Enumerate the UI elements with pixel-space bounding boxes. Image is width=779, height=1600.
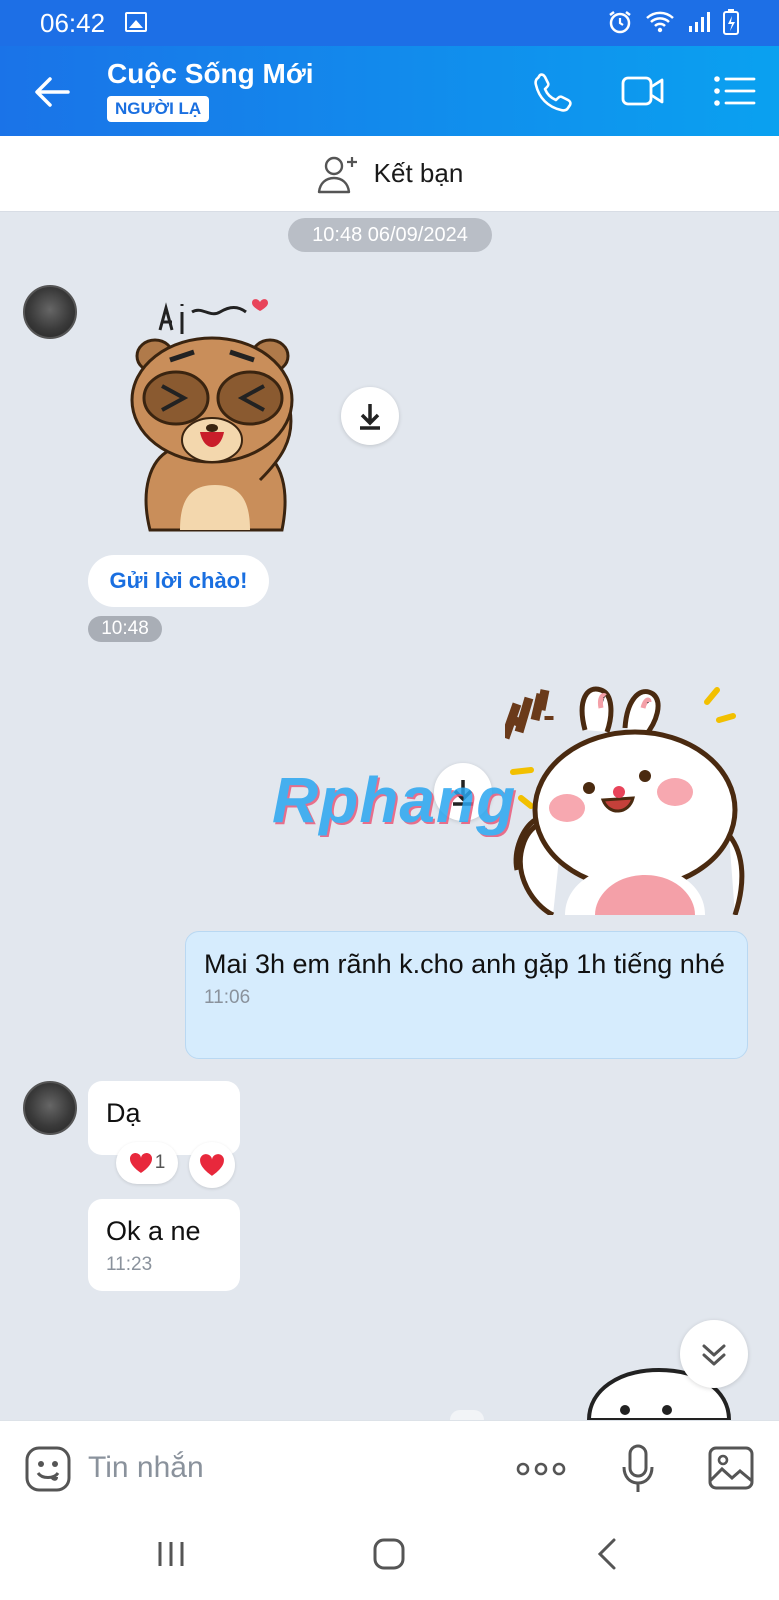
download-icon [360, 404, 380, 430]
status-icons [607, 9, 739, 35]
more-options-icon[interactable] [515, 1457, 567, 1481]
status-bar: 06:42 [0, 0, 779, 46]
send-greeting-button[interactable]: Gửi lời chào! [88, 555, 269, 607]
system-nav-bar [0, 1516, 779, 1600]
contact-name[interactable]: Cuộc Sống Mới [107, 58, 314, 90]
reaction-count: 1 [154, 1152, 166, 1173]
double-chevron-down-icon [702, 1344, 726, 1366]
message-time: 11:23 [106, 1254, 153, 1275]
message-text: Ok a ne [106, 1216, 201, 1246]
incoming-message-bubble[interactable]: Ok a ne 11:23 [88, 1199, 240, 1291]
message-input[interactable]: Tin nhắn [88, 1451, 204, 1485]
recent-apps-icon[interactable] [156, 1536, 186, 1572]
download-sticker-button[interactable] [341, 387, 399, 445]
add-friend-bar[interactable]: Kết bạn [0, 136, 779, 212]
add-friend-label: Kết bạn [373, 158, 464, 188]
image-gallery-icon[interactable] [707, 1445, 755, 1491]
add-friend-icon [317, 156, 357, 193]
alarm-icon [609, 11, 631, 34]
phone-call-icon[interactable] [530, 70, 576, 112]
image-notification-icon [125, 12, 147, 32]
reaction-count-badge[interactable]: 1 [116, 1142, 178, 1184]
stranger-badge: NGƯỜI LẠ [107, 96, 210, 122]
emoji-sticker-icon[interactable] [24, 1445, 72, 1493]
watermark: Rphang [272, 764, 517, 836]
message-text: Dạ [106, 1098, 141, 1128]
contact-avatar[interactable] [23, 285, 77, 339]
signal-icon [689, 12, 710, 32]
message-time: 10:48 [88, 616, 162, 642]
date-separator: 10:48 06/09/2024 [288, 218, 492, 252]
outgoing-message-bubble[interactable]: Mai 3h em rãnh k.cho anh gặp 1h tiếng nh… [185, 931, 748, 1059]
wifi-icon [646, 11, 674, 33]
react-heart-button[interactable] [189, 1142, 235, 1188]
bear-sticker[interactable] [120, 290, 310, 535]
status-time: 06:42 [40, 8, 106, 38]
heart-icon [200, 1154, 224, 1176]
message-text: Mai 3h em rãnh k.cho anh gặp 1h tiếng nh… [204, 949, 725, 979]
video-call-icon[interactable] [620, 70, 666, 112]
battery-icon [723, 9, 739, 35]
menu-list-icon[interactable] [712, 70, 758, 112]
partial-download-button [450, 1410, 484, 1420]
bunny-sticker[interactable] [505, 680, 755, 915]
heart-icon [129, 1152, 152, 1173]
back-nav-icon[interactable] [594, 1536, 620, 1572]
home-icon[interactable] [371, 1536, 407, 1572]
chat-header: Cuộc Sống Mới NGƯỜI LẠ [0, 46, 779, 136]
contact-avatar[interactable] [23, 1081, 77, 1135]
microphone-icon[interactable] [620, 1443, 656, 1495]
message-time: 11:06 [204, 987, 251, 1008]
message-input-bar: Tin nhắn [0, 1420, 779, 1516]
scroll-to-bottom-button[interactable] [680, 1320, 748, 1388]
back-arrow-icon[interactable] [30, 70, 74, 114]
